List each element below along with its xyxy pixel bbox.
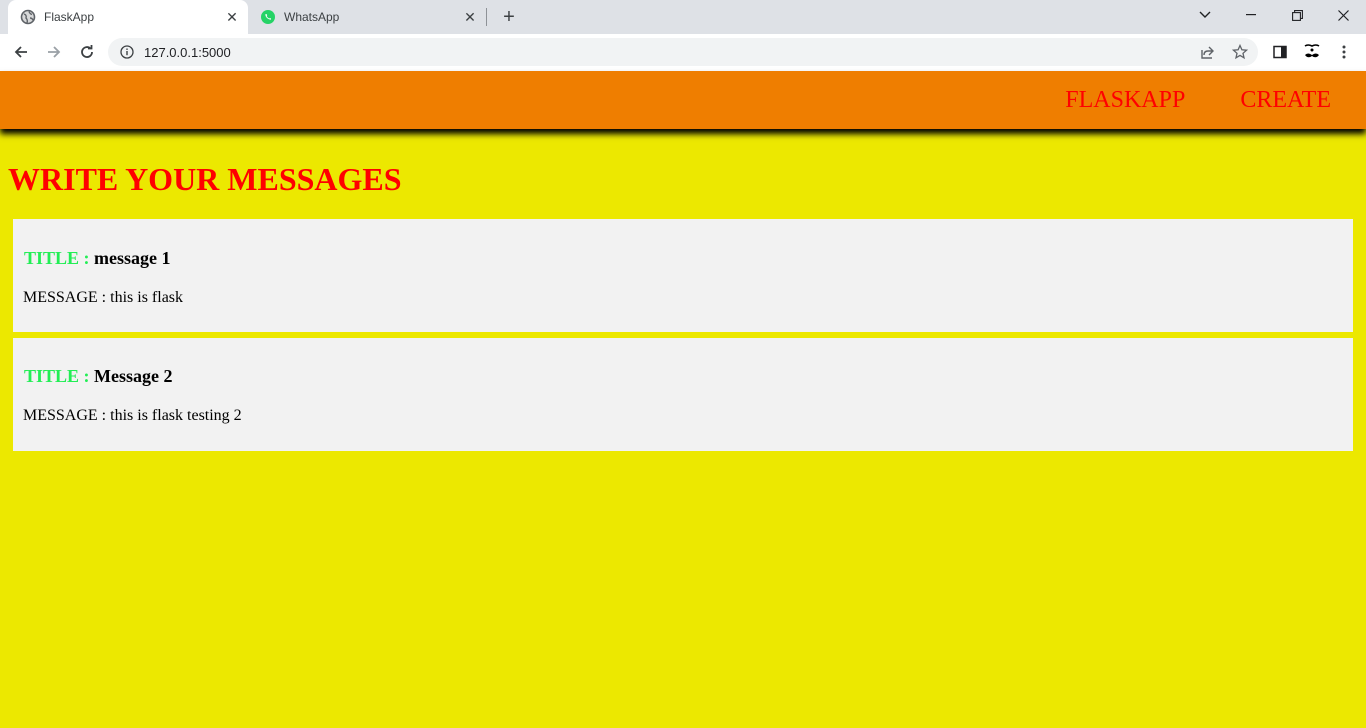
info-icon[interactable] <box>118 43 136 61</box>
message-card: TITLE : Message 2 MESSAGE : this is flas… <box>13 338 1353 451</box>
forward-icon[interactable] <box>40 38 68 66</box>
whatsapp-icon <box>260 9 276 25</box>
menu-kebab-icon[interactable] <box>1334 42 1354 62</box>
restore-icon[interactable] <box>1274 0 1320 30</box>
nav-link-create[interactable]: CREATE <box>1240 87 1331 114</box>
new-tab-icon[interactable]: + <box>498 6 520 28</box>
close-icon[interactable]: ✕ <box>460 7 480 27</box>
nav-link-flaskapp[interactable]: FLASKAPP <box>1065 87 1185 114</box>
url-text: 127.0.0.1:5000 <box>144 44 231 60</box>
web-page: FLASKAPP CREATE WRITE YOUR MESSAGES TITL… <box>0 71 1366 728</box>
back-icon[interactable] <box>7 38 35 66</box>
message-label: MESSAGE : <box>23 289 107 306</box>
tab-title: WhatsApp <box>284 10 340 24</box>
message-label: MESSAGE : <box>23 407 107 424</box>
tab-strip: FlaskApp ✕ WhatsApp ✕ + <box>0 0 1366 34</box>
share-icon[interactable] <box>1198 42 1218 62</box>
tab-flaskapp[interactable]: FlaskApp ✕ <box>8 0 248 34</box>
browser-toolbar: 127.0.0.1:5000 <box>0 34 1366 71</box>
profile-avatar-icon[interactable] <box>1301 42 1323 62</box>
bookmark-star-icon[interactable] <box>1230 42 1250 62</box>
tab-whatsapp[interactable]: WhatsApp ✕ <box>248 0 486 34</box>
globe-icon <box>20 9 36 25</box>
message-title-line: TITLE : Message 2 <box>24 366 173 387</box>
message-title-line: TITLE : message 1 <box>24 248 171 269</box>
window-close-icon[interactable] <box>1320 0 1366 30</box>
title-label: TITLE : <box>24 366 90 386</box>
tab-title: FlaskApp <box>44 10 95 24</box>
message-body-line: MESSAGE : this is flask testing 2 <box>23 407 242 425</box>
minimize-icon[interactable] <box>1228 0 1274 30</box>
page-heading: WRITE YOUR MESSAGES <box>8 161 402 197</box>
address-bar[interactable]: 127.0.0.1:5000 <box>108 38 1258 66</box>
message-text: this is flask <box>110 289 184 306</box>
message-body-line: MESSAGE : this is flask <box>23 289 183 307</box>
close-icon[interactable]: ✕ <box>222 7 242 27</box>
tab-search-icon[interactable] <box>1182 0 1228 30</box>
message-text: this is flask testing 2 <box>110 407 242 424</box>
tab-separator <box>486 8 487 26</box>
side-panel-icon[interactable] <box>1270 42 1290 62</box>
message-title: message 1 <box>94 248 171 268</box>
message-title: Message 2 <box>94 366 173 386</box>
title-label: TITLE : <box>24 248 90 268</box>
reload-icon[interactable] <box>73 38 101 66</box>
site-navbar: FLASKAPP CREATE <box>0 71 1366 129</box>
message-card: TITLE : message 1 MESSAGE : this is flas… <box>13 219 1353 332</box>
